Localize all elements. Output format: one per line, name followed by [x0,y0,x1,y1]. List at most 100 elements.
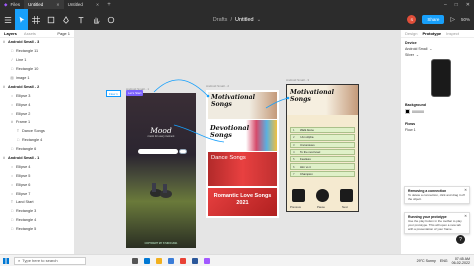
close-icon[interactable]: ✕ [464,188,467,192]
close-window-icon[interactable]: ✕ [466,2,470,8]
edge-icon[interactable] [144,257,150,264]
comment-tool-icon[interactable] [105,14,116,25]
share-button[interactable]: Share [422,15,445,24]
layer-item[interactable]: # Frame 1 [0,118,74,127]
model-select[interactable]: Silver ⌄ [405,53,470,57]
layer-item[interactable]: # Android Small - 2 [0,82,74,91]
minimize-icon[interactable]: – [444,2,447,8]
tab-label: Files [10,2,20,7]
flow-item[interactable]: Flow 1 [405,128,470,132]
layer-item[interactable]: □ Rectangle 4 [0,216,74,225]
flows-header: Flows [405,122,416,126]
shape-tool-icon[interactable] [45,14,56,25]
maximize-icon[interactable]: □ [455,2,458,8]
layer-item[interactable]: T Land Start [0,198,74,207]
play-icon[interactable]: ▷ [450,16,455,23]
layer-type-icon: □ [10,67,14,72]
tab-layers[interactable]: Layers [4,31,17,36]
weather-status[interactable]: 29°C Sunny [417,259,436,263]
text-tool-icon[interactable] [75,14,86,25]
layer-label: Ellipse 4 [16,102,31,107]
layer-item[interactable]: ○ Ellipse 4 [0,162,74,171]
close-icon[interactable]: ✕ [464,214,467,218]
layer-type-icon: □ [10,209,14,214]
tip-body: To delete a connection, click and drag i… [408,193,465,201]
browser-tab-strip: ◆ Files Untitled ✕ Untitled ✕ + – □ ✕ [0,0,474,9]
tab-inspect[interactable]: Inspect [446,31,459,36]
layer-item[interactable]: ○ Ellipse 4 [0,100,74,109]
pen-tool-icon[interactable] [60,14,71,25]
layer-item[interactable]: ○ Ellipse 3 [0,91,74,100]
document-title[interactable]: Drafts / Untitled ⌄ [213,17,261,23]
flow-start-tag[interactable]: Flow 1 [106,90,121,97]
hand-tool-icon[interactable] [90,14,101,25]
background-color[interactable]: 000000 [405,109,470,114]
layer-item[interactable]: # Android Small - 1 [0,154,74,163]
figma-taskbar-icon[interactable] [204,257,210,264]
layer-item[interactable]: T Dance Songs [0,127,74,136]
layer-type-icon: □ [10,218,14,223]
layer-item[interactable]: ▨ image 1 [0,74,74,83]
device-select[interactable]: Android Small ⌄ [405,47,470,51]
tab-untitled-active[interactable]: Untitled ✕ [23,0,64,9]
tab-untitled-2[interactable]: Untitled ✕ [64,0,104,9]
move-tool-icon[interactable] [15,9,28,30]
help-button[interactable]: ? [456,235,465,244]
layer-type-icon: # [3,156,5,161]
layer-item[interactable]: / Line 1 [0,56,74,65]
main-menu-icon[interactable] [2,14,13,25]
windows-start-icon[interactable] [0,255,12,266]
system-tray: 29°C Sunny ENG 07:45 AM 06-02-2022 [417,257,474,265]
layer-label: Rectangle 10 [16,67,39,72]
taskbar-search[interactable]: ⌕ Type here to search [14,256,86,265]
task-view-icon[interactable] [132,257,138,264]
layer-item[interactable]: □ Rectangle 6 [0,145,74,154]
store-icon[interactable] [168,257,174,264]
layer-item[interactable]: ○ Ellipse 5 [0,171,74,180]
file-explorer-icon[interactable] [156,257,162,264]
layer-item[interactable]: □ Rectangle 5 [0,225,74,234]
background-hex[interactable]: 000000 [412,110,424,114]
layer-item[interactable]: □ Rectangle 4 [0,136,74,145]
tab-assets[interactable]: Assets [24,31,36,36]
add-tab-icon[interactable]: + [103,2,115,8]
doc-title[interactable]: Untitled [235,17,254,23]
zoom-level[interactable]: 50% [461,17,470,22]
language-indicator[interactable]: ENG [440,259,448,263]
avatar[interactable]: S [407,15,417,24]
layer-type-icon: # [11,120,13,125]
breadcrumb-drafts[interactable]: Drafts [213,17,228,23]
layer-item[interactable]: □ Rectangle 11 [0,47,74,56]
layer-item[interactable]: □ Rectangle 10 [0,65,74,74]
tab-prototype[interactable]: Prototype [422,31,441,36]
layer-label: Ellipse 2 [16,111,31,116]
taskbar-apps [132,257,210,264]
tab-files[interactable]: ◆ Files [0,0,24,9]
chrome-icon[interactable] [180,257,186,264]
color-swatch[interactable] [405,109,410,114]
layer-label: Dance Songs [22,129,45,134]
page-selector[interactable]: Page 1 [57,31,70,36]
layer-label: Rectangle 3 [16,209,37,214]
layer-item[interactable]: ○ Ellipse 6 [0,180,74,189]
interaction-tag[interactable]: Let's Start [126,90,144,96]
close-icon[interactable]: ✕ [96,2,99,7]
canvas[interactable]: Android Small - 1 Android Small - 2 Andr… [76,30,400,254]
layer-item[interactable]: ○ Ellipse 7 [0,189,74,198]
close-icon[interactable]: ✕ [56,2,59,7]
layer-item[interactable]: □ Rectangle 3 [0,207,74,216]
device-preview [431,59,451,97]
layer-label: Ellipse 5 [16,173,31,178]
clock[interactable]: 07:45 AM 06-02-2022 [452,257,470,265]
model-value: Silver [405,53,414,57]
layer-item[interactable]: ○ Ellipse 2 [0,109,74,118]
word-icon[interactable] [192,257,198,264]
prototype-connections[interactable] [76,30,400,254]
frame-tool-icon[interactable] [30,14,41,25]
layer-item[interactable]: # Android Small - 3 [0,38,74,47]
windows-taskbar: ⌕ Type here to search 29°C Sunny ENG 07:… [0,254,474,266]
chevron-down-icon[interactable]: ⌄ [257,17,262,23]
tab-design[interactable]: Design [405,31,417,36]
layers-panel: Layers Assets Page 1 # Android Small - 3 □… [0,30,75,254]
layer-label: Ellipse 7 [16,191,31,196]
